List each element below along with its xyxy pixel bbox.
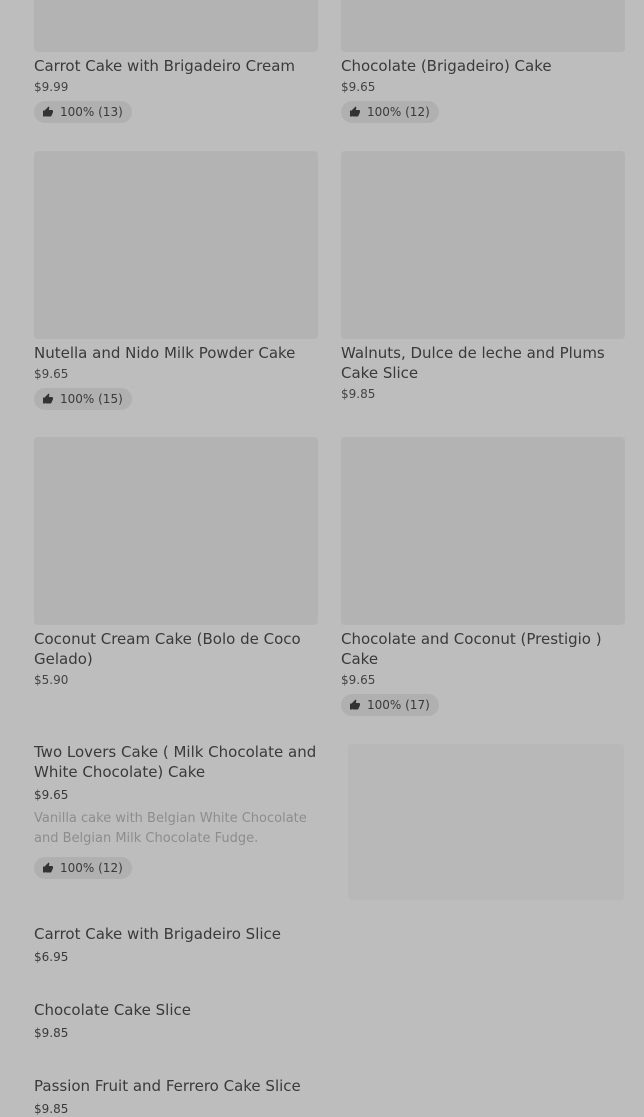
thumbs-up-icon [350, 699, 360, 710]
rating-badge: 100% (17) [341, 694, 439, 716]
item-title: Carrot Cake with Brigadeiro Cream [34, 57, 296, 75]
menu-item-card[interactable]: Coconut Cream Cake (Bolo de Coco Gelado)… [34, 437, 318, 688]
item-price: $9.85 [34, 1026, 69, 1040]
item-price: $6.95 [34, 950, 69, 964]
menu-list-item[interactable]: Carrot Cake with Brigadeiro Slice $6.95 [34, 924, 334, 965]
menu-item-card[interactable]: Walnuts, Dulce de leche and Plums Cake S… [341, 151, 625, 402]
rating-text: 100% (12) [60, 861, 123, 875]
item-image [34, 0, 318, 52]
item-image [341, 0, 625, 52]
rating-badge: 100% (12) [341, 101, 439, 123]
thumbs-up-icon [43, 106, 53, 117]
item-price: $9.85 [341, 387, 376, 401]
thumbs-up-icon [350, 106, 360, 117]
item-price: $9.99 [34, 80, 69, 94]
item-title: Chocolate Cake Slice [34, 1001, 191, 1019]
rating-text: 100% (13) [60, 105, 123, 119]
item-title: Chocolate (Brigadeiro) Cake [341, 57, 552, 75]
rating-text: 100% (17) [367, 698, 430, 712]
item-title: Two Lovers Cake ( Milk Chocolate and Whi… [34, 743, 317, 781]
item-image [34, 437, 318, 625]
item-image [341, 437, 625, 625]
rating-text: 100% (12) [367, 105, 430, 119]
item-price: $9.65 [34, 367, 69, 381]
featured-item-image[interactable] [348, 744, 624, 900]
item-title: Chocolate and Coconut (Prestigio ) Cake [341, 630, 602, 668]
item-price: $9.65 [341, 80, 376, 94]
menu-list-item[interactable]: Passion Fruit and Ferrero Cake Slice $9.… [34, 1076, 334, 1117]
menu-item-card[interactable]: Nutella and Nido Milk Powder Cake $9.65 … [34, 151, 318, 410]
item-title: Walnuts, Dulce de leche and Plums Cake S… [341, 344, 605, 382]
menu-item-card[interactable]: Carrot Cake with Brigadeiro Cream $9.99 … [34, 0, 318, 123]
item-description: Vanilla cake with Belgian White Chocolat… [34, 811, 307, 846]
rating-badge: 100% (15) [34, 388, 132, 410]
rating-text: 100% (15) [60, 392, 123, 406]
thumbs-up-icon [43, 393, 53, 404]
item-price: $9.65 [34, 788, 69, 802]
rating-badge: 100% (12) [34, 857, 132, 879]
item-title: Carrot Cake with Brigadeiro Slice [34, 925, 282, 943]
item-title: Passion Fruit and Ferrero Cake Slice [34, 1077, 301, 1095]
item-image [341, 151, 625, 339]
menu-item-card[interactable]: Chocolate (Brigadeiro) Cake $9.65 100% (… [341, 0, 625, 123]
item-price: $9.65 [341, 673, 376, 687]
item-image [34, 151, 318, 339]
menu-list-item[interactable]: Chocolate Cake Slice $9.85 [34, 1000, 334, 1041]
featured-menu-item[interactable]: Two Lovers Cake ( Milk Chocolate and Whi… [34, 742, 334, 879]
item-title: Coconut Cream Cake (Bolo de Coco Gelado) [34, 630, 301, 668]
menu-item-card[interactable]: Chocolate and Coconut (Prestigio ) Cake … [341, 437, 625, 716]
item-price: $9.85 [34, 1102, 69, 1116]
rating-badge: 100% (13) [34, 101, 132, 123]
item-title: Nutella and Nido Milk Powder Cake [34, 344, 296, 362]
item-price: $5.90 [34, 673, 69, 687]
thumbs-up-icon [43, 862, 53, 873]
